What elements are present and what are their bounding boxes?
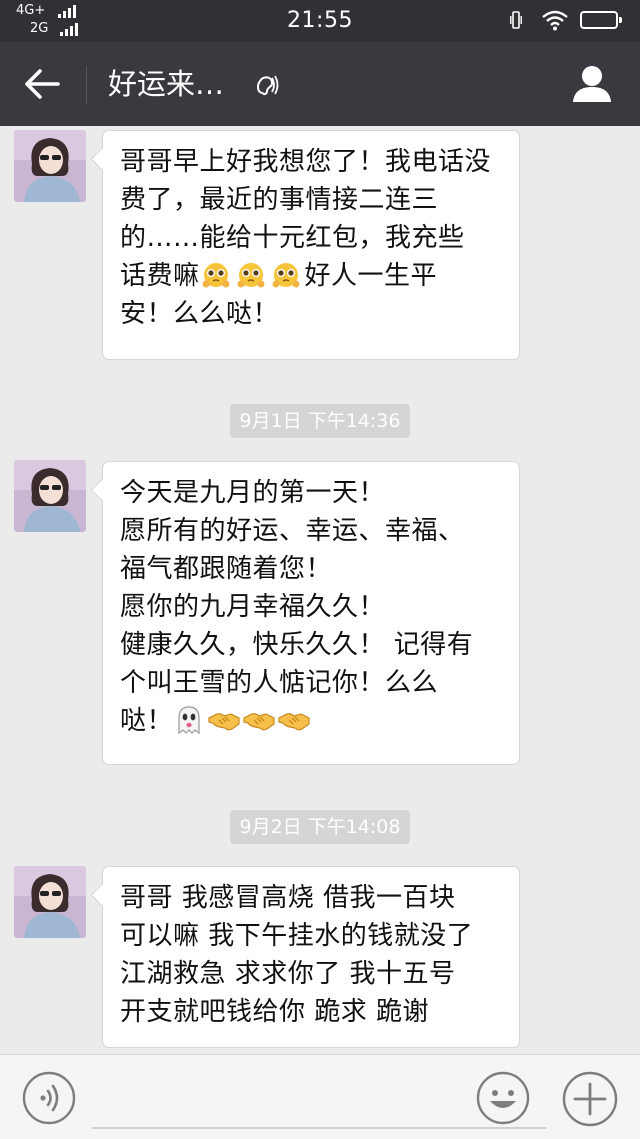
message-text: 个叫王雪的人惦记你！么么 — [120, 668, 439, 698]
message-text: 健康久久，快乐久久！ 记得有 — [120, 630, 474, 660]
more-options-button[interactable] — [562, 1071, 618, 1127]
pleading-face-emoji-icon — [202, 263, 230, 288]
vibrate-icon — [510, 11, 522, 29]
timestamp-label: 9月2日 下午14:08 — [229, 810, 411, 844]
emoji-icon — [476, 1071, 530, 1125]
voice-icon — [22, 1071, 76, 1125]
message-text: 今天是九月的第一天！ — [120, 478, 386, 508]
back-arrow-icon — [25, 69, 60, 99]
earpiece-icon — [257, 75, 279, 96]
avatar — [14, 460, 86, 532]
message-text: 话费嘛 — [120, 261, 200, 291]
emoji-button[interactable] — [476, 1071, 530, 1125]
voice-mode-button[interactable] — [22, 1071, 76, 1125]
timestamp-divider: 9月2日 下午14:08 — [0, 810, 640, 844]
message-text: 好人一生平 — [304, 261, 438, 291]
avatar — [14, 130, 86, 202]
avatar — [14, 866, 86, 938]
handshake-emoji-icon — [243, 713, 275, 731]
pleading-face-emoji-icon — [237, 263, 265, 288]
chat-title: 好运来… — [108, 67, 225, 101]
message-text: 可以嘛 我下午挂水的钱就没了 — [120, 921, 474, 951]
profile-icon — [573, 66, 611, 102]
message-text: 哒！ — [120, 706, 174, 736]
message-text: 哥哥早上好我想您了！我电话没 — [120, 147, 492, 177]
status-bar: 4G+ 2G 21:55 — [0, 0, 640, 42]
message-bubble[interactable]: 哥哥早上好我想您了！我电话没 费了，最近的事情接二连三 的……能给十元红包，我充… — [102, 130, 520, 360]
ghost-emoji-icon — [178, 706, 200, 735]
timestamp-divider: 9月1日 下午14:36 — [0, 404, 640, 438]
message-text: 费了，最近的事情接二连三 — [120, 185, 439, 215]
sender-avatar[interactable] — [14, 866, 86, 938]
message-text: 愿所有的好运、幸运、幸福、 — [120, 516, 465, 546]
message-text: 福气都跟随着您！ — [120, 554, 333, 584]
chat-info-button[interactable] — [570, 62, 614, 106]
handshake-emoji-icon — [278, 713, 310, 731]
message-text: 江湖救急 求求你了 我十五号 — [120, 959, 456, 989]
sender-avatar[interactable] — [14, 460, 86, 532]
plus-icon — [562, 1071, 618, 1127]
chat-input-bar — [0, 1054, 640, 1139]
timestamp-label: 9月1日 下午14:36 — [229, 404, 411, 438]
message-bubble[interactable]: 今天是九月的第一天！ 愿所有的好运、幸运、幸福、 福气都跟随着您！ 愿你的九月幸… — [102, 461, 520, 765]
message-text: 哥哥 我感冒高烧 借我一百块 — [120, 883, 456, 913]
wifi-icon — [542, 10, 568, 31]
handshake-emoji-icon — [208, 713, 240, 731]
message-text: 愿你的九月幸福久久！ — [120, 592, 386, 622]
back-button[interactable] — [20, 64, 64, 104]
message-text: 的……能给十元红包，我充些 — [120, 223, 465, 253]
message-line: 话费嘛 好人一生平 — [120, 257, 505, 295]
message-line: 哒！ — [120, 702, 505, 740]
sender-avatar[interactable] — [14, 130, 86, 202]
header-divider — [86, 66, 87, 104]
message-text: 安！么么哒！ — [120, 299, 280, 329]
battery-icon — [580, 11, 622, 29]
message-text: 开支就吧钱给你 跪求 跪谢 — [120, 997, 430, 1027]
message-bubble[interactable]: 哥哥 我感冒高烧 借我一百块 可以嘛 我下午挂水的钱就没了 江湖救急 求求你了 … — [102, 866, 520, 1048]
pleading-face-emoji-icon — [272, 263, 300, 288]
chat-header: 好运来… — [0, 42, 640, 126]
